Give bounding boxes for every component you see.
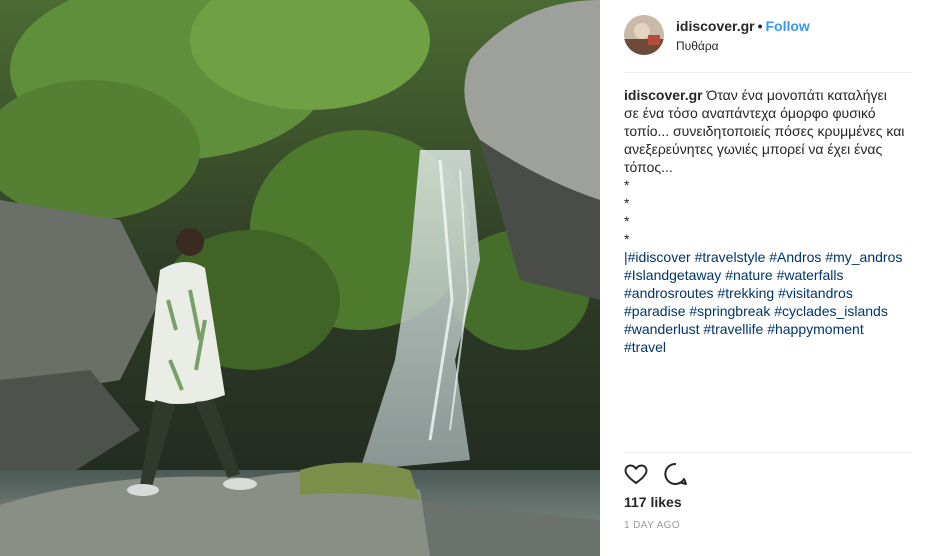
hashtag-link[interactable]: #waterfalls [777,267,844,283]
avatar[interactable] [624,15,664,55]
username-link[interactable]: idiscover.gr [676,18,755,34]
hashtag-link[interactable]: #Islandgetaway [624,267,721,283]
hashtag-link[interactable]: #wanderlust [624,321,700,337]
hashtag-link[interactable]: #idiscover [628,249,691,265]
hashtag-link[interactable]: #androsroutes [624,285,714,301]
hashtag-link[interactable]: #Andros [769,249,821,265]
hashtag-link[interactable]: #travellife [703,321,763,337]
avatar-image [624,15,664,55]
post-header: idiscover.gr • Follow Πυθάρα [624,14,912,73]
hashtag-line: #Islandgetaway #nature #waterfalls [624,266,914,284]
divider [624,452,912,453]
hashtag-line: |#idiscover #travelstyle #Andros #my_and… [624,248,914,266]
post-photo[interactable] [0,0,600,556]
caption-line: * [624,231,630,247]
follow-button[interactable]: Follow [766,18,810,34]
hashtag-line: #paradise #springbreak #cyclades_islands [624,302,914,320]
timestamp[interactable]: 1 DAY AGO [624,520,680,531]
caption: idiscover.gr Όταν ένα μονοπάτι καταλήγει… [624,86,914,356]
hashtag-line: #androsroutes #trekking #visitandros [624,284,914,302]
caption-line: * [624,195,630,211]
action-bar [622,460,690,488]
waterfall-photo [0,0,600,556]
hashtag-link[interactable]: #springbreak [689,303,770,319]
hashtag-link[interactable]: #travel [624,339,666,355]
hashtag-link[interactable]: #visitandros [778,285,853,301]
post-side-panel: idiscover.gr • Follow Πυθάρα idiscover.gr … [600,0,934,556]
caption-line: τοπίο... συνειδητοποιείς πόσες κρυμμένες… [624,123,905,139]
caption-line: * [624,177,630,193]
heart-icon[interactable] [622,460,650,488]
separator-dot: • [757,18,763,34]
caption-username[interactable]: idiscover.gr [624,87,703,103]
hashtag-link[interactable]: #cyclades_islands [774,303,888,319]
hashtag-link[interactable]: #paradise [624,303,686,319]
hashtag-link[interactable]: #nature [725,267,772,283]
hashtag-link[interactable]: #happymoment [767,321,864,337]
location-link[interactable]: Πυθάρα [676,39,810,53]
caption-line: σε ένα τόσο αναπάντεχα όμορφο φυσικό [624,105,876,121]
like-count[interactable]: 117 likes [624,494,682,510]
hashtag-link[interactable]: #travelstyle [695,249,766,265]
hashtag-line: #wanderlust #travellife #happymoment [624,320,914,338]
hashtag-line: #travel [624,338,914,356]
caption-line: * [624,213,630,229]
hashtag-link[interactable]: #trekking [717,285,774,301]
caption-line: Όταν ένα μονοπάτι καταλήγει [706,87,887,103]
caption-line: τόπος... [624,159,673,175]
hashtag-link[interactable]: #my_andros [825,249,902,265]
comment-icon[interactable] [662,460,690,488]
caption-line: ανεξερεύνητες γωνιές μπορεί να έχει ένας [624,141,883,157]
post-header-text: idiscover.gr • Follow Πυθάρα [676,17,810,53]
